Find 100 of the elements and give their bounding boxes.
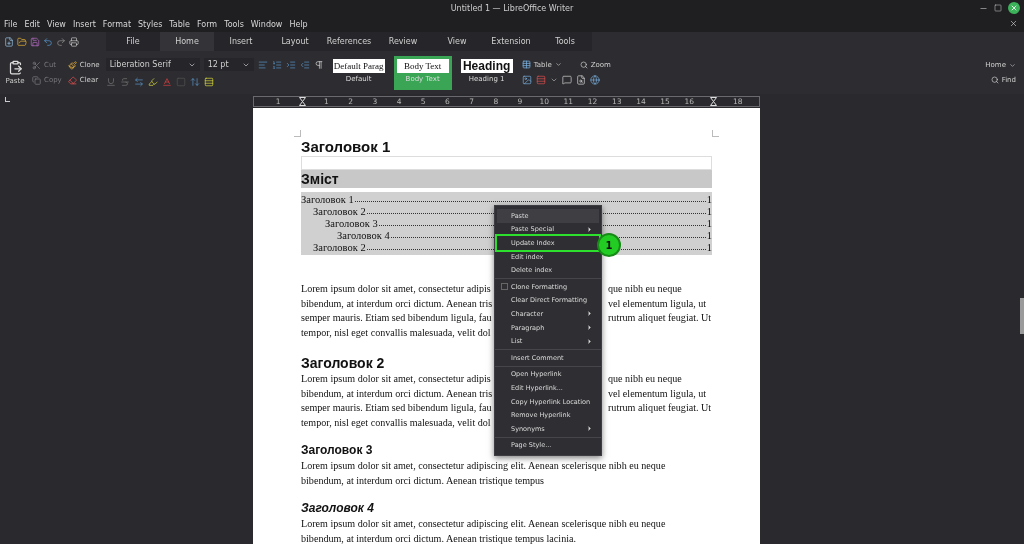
body-text-line: rutrum aliquet feugiat. Ut	[607, 402, 712, 415]
ribbon-tab[interactable]: Layout	[268, 32, 322, 51]
menu-item[interactable]: Styles	[138, 19, 163, 29]
toc-page-number: 1	[706, 206, 712, 217]
style-preview: Body Text	[396, 58, 449, 73]
font-color-icon[interactable]	[161, 77, 172, 87]
toc-page-number: 1	[706, 194, 712, 205]
toc-page-number: 1	[706, 242, 712, 253]
toc-page-number: 1	[706, 218, 712, 229]
toc-entry: Заголовок 2	[313, 206, 366, 217]
body-text-line: Lorem ipsum dolor sit amet, consectetur adipis	[301, 373, 491, 386]
printer-icon[interactable]	[69, 36, 79, 47]
toc-entry: Заголовок 3	[325, 218, 378, 229]
strikethrough-icon[interactable]	[119, 77, 130, 87]
globe-icon[interactable]	[589, 75, 600, 85]
indent-icon[interactable]	[285, 59, 296, 70]
ribbon-tab[interactable]: Extension	[484, 32, 538, 51]
maximize-icon[interactable]	[994, 4, 1002, 12]
ribbon-tab[interactable]: Review	[376, 32, 430, 51]
menu-item[interactable]: Form	[197, 19, 218, 29]
highlighter-icon[interactable]	[147, 77, 158, 87]
menu-item[interactable]: Help	[289, 19, 308, 29]
body-text-line: que nibh eu neque	[607, 373, 682, 386]
heading: Заголовок 2	[301, 355, 385, 371]
numbered-list-icon[interactable]	[271, 59, 282, 70]
page-corner-mark	[712, 130, 719, 137]
font-size-field[interactable]: 12 pt	[203, 58, 254, 71]
menu-item[interactable]: Edit	[24, 19, 40, 29]
body-text-line: semper mauris. Etiam sed bibendum ligula, fau	[301, 312, 492, 325]
ribbon-tab[interactable]: Insert	[214, 32, 268, 51]
redo-icon[interactable]	[56, 36, 66, 47]
checkbox[interactable]	[501, 283, 508, 291]
paintbrush-icon	[67, 60, 77, 70]
menu-item[interactable]: Insert	[72, 19, 96, 29]
save-icon[interactable]	[30, 36, 40, 47]
line-spacing-icon[interactable]	[189, 77, 200, 87]
zoom-icon	[579, 60, 588, 69]
dropdown-icon[interactable]	[549, 76, 558, 84]
menu-item[interactable]: View	[46, 19, 66, 29]
toc-entry: Заголовок 2	[313, 242, 366, 253]
scrollbar-thumb[interactable]	[1020, 298, 1024, 334]
menu-item[interactable]: File	[4, 19, 18, 29]
ribbon-tab[interactable]: File	[106, 32, 160, 51]
caret-icon	[1009, 61, 1016, 69]
submenu-arrow-icon	[586, 225, 593, 233]
page-break-icon[interactable]	[535, 75, 546, 85]
submenu-arrow-icon	[586, 425, 593, 433]
heading: Заголовок 4	[301, 501, 374, 515]
body-text-line: vel elementum ligula, ut	[607, 297, 707, 311]
heading: Заголовок 1	[301, 138, 392, 155]
comment-icon[interactable]	[561, 75, 572, 85]
pilcrow-icon[interactable]	[313, 59, 324, 70]
spacing-icon[interactable]	[133, 77, 144, 87]
body-text-line: Lorem ipsum dolor sit amet, consectetur adipiscing elit. Aenean scelerisque nibh eu neque	[301, 460, 666, 473]
menu-item[interactable]: Tools	[224, 19, 244, 29]
close-icon[interactable]	[1009, 19, 1018, 28]
search-icon	[990, 76, 999, 84]
underline-icon[interactable]	[105, 77, 116, 87]
folder-icon[interactable]	[17, 36, 27, 47]
clipboard-icon	[7, 60, 23, 75]
heading: Заголовок 3	[301, 443, 373, 457]
caret-icon	[554, 61, 562, 68]
font-name-field[interactable]: Liberation Serif	[105, 58, 200, 71]
body-text-line: bibendum, at interdum orci dictum. Aenean tristique tempus lacinia.	[301, 532, 576, 544]
close-icon	[1010, 4, 1018, 12]
paragraph-shading-icon[interactable]	[203, 77, 214, 87]
close-button[interactable]	[1008, 2, 1020, 14]
toc-page-number: 1	[706, 230, 712, 241]
ribbon-tab[interactable]: View	[430, 32, 484, 51]
page-corner-mark	[294, 130, 301, 137]
body-text-line: semper mauris. Etiam sed bibendum ligula, fau	[301, 402, 492, 415]
scissors-icon	[32, 60, 41, 70]
style-preview: Default Parag	[332, 58, 385, 73]
undo-icon[interactable]	[43, 36, 53, 47]
copy-icon	[32, 75, 41, 85]
body-text-line: Lorem ipsum dolor sit amet, consectetur adipiscing elit. Aenean scelerisque nibh eu neque	[301, 518, 666, 531]
body-text-line: tempor, nisl eget convallis malesuada, velit dol	[301, 326, 491, 340]
new-document-icon[interactable]	[4, 36, 14, 47]
menu-item[interactable]: Window	[250, 19, 283, 29]
toc-entry: Заголовок 1	[301, 194, 354, 205]
window-title: Untitled 1 — LibreOffice Writer	[450, 3, 574, 13]
indent-marker-icon[interactable]	[709, 96, 717, 106]
body-text-line: bibendum, at interdum orci dictum. Aenean tris	[301, 297, 493, 311]
image-icon[interactable]	[521, 75, 532, 85]
indent-marker-icon[interactable]	[298, 96, 306, 106]
document-icon[interactable]	[575, 75, 586, 85]
body-text-line: bibendum, at interdum orci dictum. Aenean tristique tempus	[301, 474, 545, 488]
body-text-line: tempor, nisl eget convallis malesuada, velit dol	[301, 416, 491, 430]
style-preview: Heading	[460, 58, 513, 73]
tab-stop-icon[interactable]	[5, 97, 10, 102]
ribbon-tab[interactable]: References	[322, 32, 376, 51]
ribbon-tab[interactable]: Tools	[538, 32, 592, 51]
body-text-line: rutrum aliquet feugiat. Ut	[607, 312, 712, 325]
body-text-line: Lorem ipsum dolor sit amet, consectetur adipis	[301, 283, 491, 296]
menu-item[interactable]: Table	[169, 19, 190, 29]
align-left-icon[interactable]	[257, 59, 268, 70]
menu-item[interactable]: Format	[102, 19, 132, 29]
body-text-line: bibendum, at interdum orci dictum. Aenean tris	[301, 387, 493, 401]
ribbon-tab[interactable]: Home	[160, 32, 214, 51]
eraser-icon	[67, 75, 77, 85]
